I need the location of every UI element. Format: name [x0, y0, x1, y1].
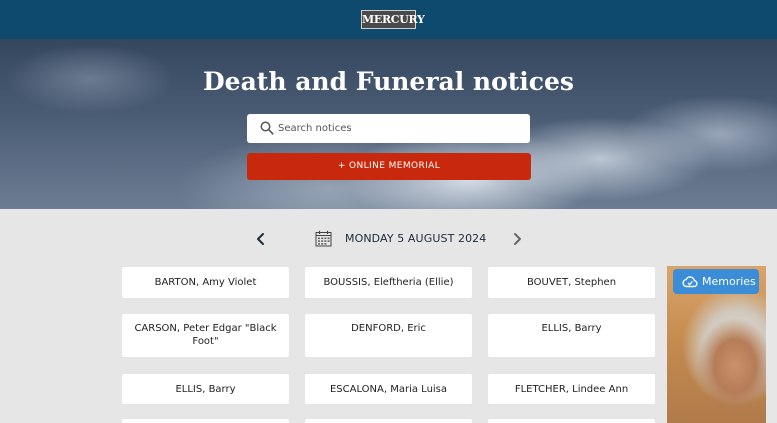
date-navigation: MONDAY 5 AUGUST 2024 [0, 209, 777, 267]
calendar-icon[interactable] [315, 230, 332, 247]
current-date: MONDAY 5 AUGUST 2024 [345, 232, 487, 245]
search-icon [260, 121, 274, 135]
top-header: MERCURY [0, 0, 777, 39]
memories-button[interactable]: Memories [673, 269, 759, 294]
hero-banner: Death and Funeral notices + ONLINE MEMOR… [0, 39, 777, 209]
chevron-left-icon[interactable] [254, 230, 268, 248]
notice-card[interactable]: BOUSSIS, Eleftheria (Ellie) [305, 267, 472, 298]
cloud-icon [682, 276, 698, 288]
notice-card[interactable] [488, 419, 655, 423]
notice-card[interactable]: ELLIS, Barry [488, 314, 655, 357]
notice-card[interactable]: FLETCHER, Lindee Ann [488, 374, 655, 404]
memories-ad[interactable]: Memories [667, 266, 766, 423]
notice-card[interactable]: BARTON, Amy Violet [122, 267, 289, 298]
search-box[interactable] [247, 114, 530, 143]
page-title: Death and Funeral notices [202, 67, 574, 96]
search-input[interactable] [278, 114, 523, 143]
memories-label: Memories [702, 275, 756, 288]
chevron-right-icon[interactable] [510, 230, 524, 248]
notice-card[interactable]: ESCALONA, Maria Luisa [305, 374, 472, 404]
notice-card[interactable]: CARSON, Peter Edgar "Black Foot" [122, 314, 289, 357]
notice-card[interactable]: BOUVET, Stephen [488, 267, 655, 298]
notice-card[interactable]: ELLIS, Barry [122, 374, 289, 404]
notice-card[interactable]: DENFORD, Eric [305, 314, 472, 357]
online-memorial-button[interactable]: + ONLINE MEMORIAL [247, 153, 531, 180]
notice-card[interactable] [305, 419, 472, 423]
notice-card[interactable] [122, 419, 289, 423]
mercury-logo[interactable]: MERCURY [361, 10, 425, 29]
